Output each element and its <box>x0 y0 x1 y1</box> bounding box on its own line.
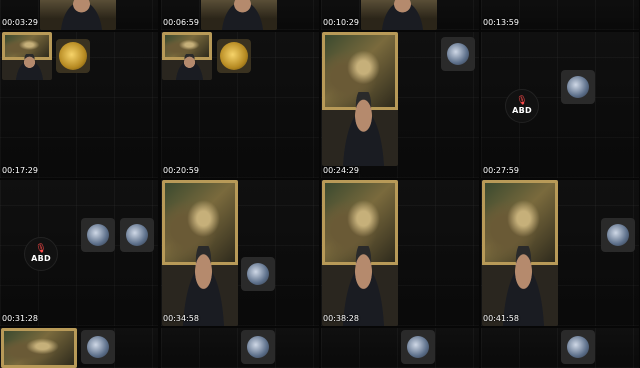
thumbnail-frame[interactable]: 🎙 ABD 00:27:59 <box>481 32 639 178</box>
thumbnail-frame[interactable]: 00:34:58 <box>161 180 319 326</box>
participant-avatar[interactable] <box>217 39 251 73</box>
timestamp: 00:24:29 <box>323 166 359 175</box>
timestamp: 00:03:29 <box>2 18 38 27</box>
participant-avatar[interactable] <box>81 218 115 252</box>
video-feed <box>482 180 558 326</box>
timestamp: 00:41:58 <box>483 314 519 323</box>
timestamp: 00:34:58 <box>163 314 199 323</box>
thumbnail-frame[interactable]: 00:13:59 <box>481 0 639 30</box>
participant-avatar[interactable] <box>56 39 90 73</box>
thumbnail-frame[interactable]: 🎙 ABD 00:31:28 <box>0 180 158 326</box>
thumbnail-frame[interactable]: 00:38:28 <box>321 180 479 326</box>
timestamp: 00:13:59 <box>483 18 519 27</box>
participant-avatar[interactable] <box>241 330 275 364</box>
timestamp: 00:06:59 <box>163 18 199 27</box>
participant-avatar[interactable] <box>120 218 154 252</box>
host-badge: 🎙 ABD <box>505 89 539 123</box>
video-feed <box>162 32 212 80</box>
thumbnail-frame[interactable]: 00:17:29 <box>0 32 158 178</box>
timestamp: 00:38:28 <box>323 314 359 323</box>
thumbnail-frame[interactable] <box>0 328 158 368</box>
avatar-image <box>247 336 269 358</box>
avatar-image <box>607 224 629 246</box>
timestamp: 00:17:29 <box>2 166 38 175</box>
microphone-icon: 🎙 <box>35 244 47 254</box>
thumbnail-frame[interactable] <box>161 328 319 368</box>
thumbnail-frame[interactable]: 00:24:29 <box>321 32 479 178</box>
thumbnail-frame[interactable] <box>321 328 479 368</box>
microphone-icon: 🎙 <box>516 96 528 106</box>
host-badge: 🎙 ABD <box>24 237 58 271</box>
timestamp: 00:10:29 <box>323 18 359 27</box>
avatar-image <box>87 224 109 246</box>
participant-avatar[interactable] <box>441 37 475 71</box>
thumbnail-frame[interactable]: 00:03:29 <box>0 0 158 30</box>
video-feed <box>322 180 398 326</box>
avatar-image <box>447 43 469 65</box>
participant-avatar[interactable] <box>561 330 595 364</box>
participant-avatar[interactable] <box>601 218 635 252</box>
thumbnail-frame[interactable]: 00:10:29 <box>321 0 479 30</box>
avatar-image <box>59 42 87 70</box>
timestamp: 00:20:59 <box>163 166 199 175</box>
participant-avatar[interactable] <box>241 257 275 291</box>
video-feed <box>162 180 238 326</box>
thumbnail-frame[interactable] <box>481 328 639 368</box>
avatar-image <box>247 263 269 285</box>
avatar-image <box>126 224 148 246</box>
video-feed <box>361 0 437 30</box>
video-feed <box>201 0 277 30</box>
video-feed <box>40 0 116 30</box>
avatar-image <box>567 336 589 358</box>
thumbnail-frame[interactable]: 00:06:59 <box>161 0 319 30</box>
avatar-image <box>87 336 109 358</box>
video-feed <box>1 328 77 368</box>
avatar-image <box>220 42 248 70</box>
timestamp: 00:31:28 <box>2 314 38 323</box>
avatar-image <box>567 76 589 98</box>
thumbnail-frame[interactable]: 00:41:58 <box>481 180 639 326</box>
participant-avatar[interactable] <box>561 70 595 104</box>
thumbnail-frame[interactable]: 00:20:59 <box>161 32 319 178</box>
participant-avatar[interactable] <box>81 330 115 364</box>
participant-avatar[interactable] <box>401 330 435 364</box>
video-feed <box>322 32 398 166</box>
avatar-image <box>407 336 429 358</box>
timestamp: 00:27:59 <box>483 166 519 175</box>
video-feed <box>2 32 52 80</box>
